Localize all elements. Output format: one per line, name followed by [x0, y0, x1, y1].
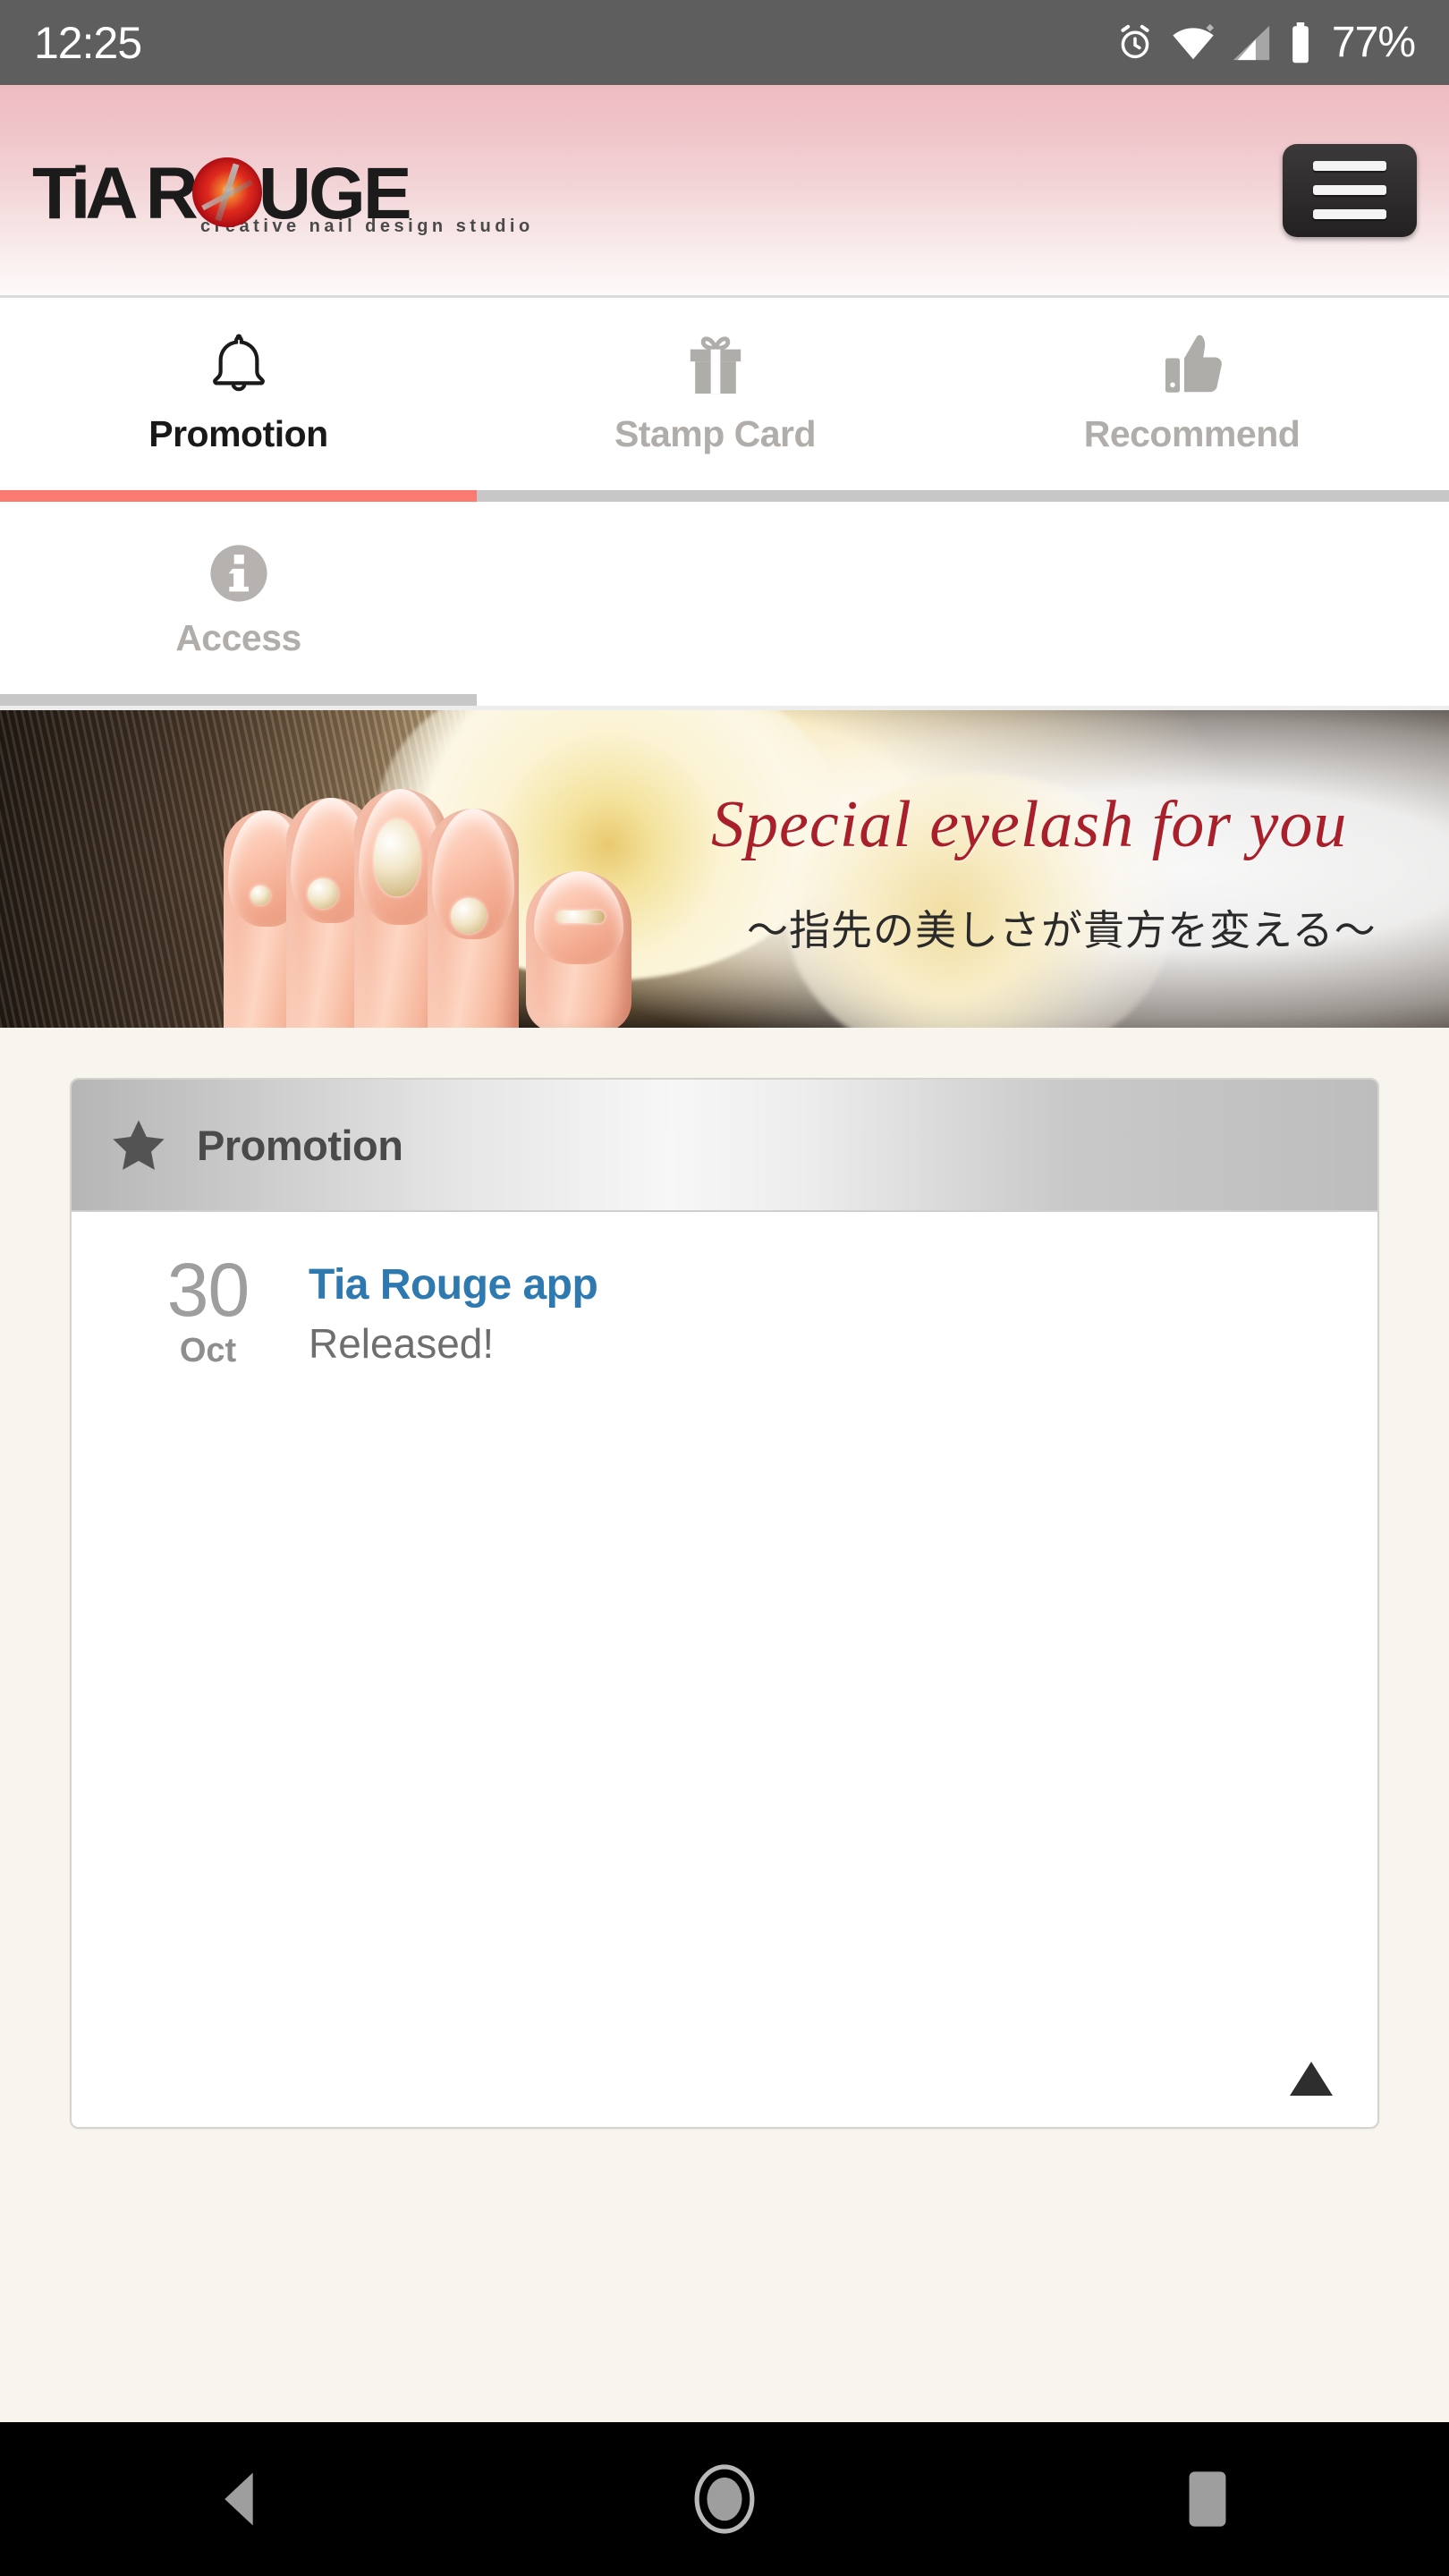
logo-gem-icon: [191, 157, 262, 228]
tab-access[interactable]: Access: [0, 502, 477, 694]
tab-navigation: Promotion Stamp Card Recommend Access: [0, 295, 1449, 710]
status-bar-clock: 12:25: [34, 17, 142, 68]
tab-recommend[interactable]: Recommend: [953, 298, 1430, 490]
bell-icon: [206, 333, 272, 401]
hero-finger-4: [428, 809, 519, 1028]
news-text: Tia Rouge app Released!: [309, 1251, 598, 1368]
tab-row-1: Promotion Stamp Card Recommend: [0, 295, 1449, 490]
hero-banner[interactable]: Special eyelash for you 〜指先の美しさが貴方を変える〜: [0, 710, 1449, 1028]
promotion-card-header: Promotion: [72, 1080, 1377, 1212]
hamburger-bar-3: [1313, 209, 1386, 219]
star-icon: [111, 1118, 166, 1172]
logo-text-tia: TiA: [32, 153, 139, 235]
cellular-signal-icon: [1232, 23, 1273, 63]
tab-label-stamp-card: Stamp Card: [614, 413, 817, 454]
thumbs-up-icon: [1161, 333, 1224, 401]
news-date: 30 Oct: [107, 1251, 309, 1370]
status-bar-icons: 77%: [1115, 18, 1416, 67]
brand-logo[interactable]: TiA R UGE creative nail design studio: [32, 148, 534, 237]
news-title-link[interactable]: Tia Rouge app: [309, 1261, 598, 1309]
tab-promotion[interactable]: Promotion: [0, 298, 477, 490]
alarm-icon: [1115, 23, 1155, 63]
hamburger-bar-1: [1313, 161, 1386, 171]
back-button[interactable]: [152, 2422, 331, 2576]
tab-underline-blank: [477, 694, 1449, 706]
logo-text-r: R: [145, 153, 199, 235]
info-icon: [208, 537, 269, 605]
tab-label-recommend: Recommend: [1083, 413, 1301, 454]
wifi-icon: [1171, 23, 1216, 63]
gift-icon: [685, 333, 746, 401]
tab-underline-active: [0, 490, 477, 502]
app-header: TiA R UGE creative nail design studio: [0, 85, 1449, 295]
tab-row-2: Access: [0, 502, 1449, 694]
hero-thumb: [526, 871, 631, 1028]
tab-empty-slot-2: [953, 502, 1449, 694]
promotion-card: Promotion 30 Oct Tia Rouge app Released!: [70, 1078, 1379, 2129]
hero-title: Special eyelash for you: [711, 788, 1348, 861]
promotion-card-body: 30 Oct Tia Rouge app Released!: [72, 1212, 1377, 2127]
main-content: Promotion 30 Oct Tia Rouge app Released!: [0, 1028, 1449, 2269]
tab-underline-inactive: [477, 490, 1449, 502]
tab-underline-access: [0, 694, 477, 706]
tab-stamp-card[interactable]: Stamp Card: [477, 298, 953, 490]
hero-gem-4: [451, 898, 487, 934]
tab-row-2-underline: [0, 694, 1449, 706]
recents-button[interactable]: [1118, 2422, 1297, 2576]
logo-wordmark: TiA R UGE: [32, 148, 534, 235]
hero-gem-2: [308, 878, 338, 909]
home-button[interactable]: [635, 2422, 814, 2576]
status-bar: 12:25 77%: [0, 0, 1449, 85]
hamburger-menu-button[interactable]: [1283, 143, 1417, 237]
news-day: 30: [166, 1248, 250, 1332]
hero-gem-5: [556, 911, 605, 923]
news-description: Released!: [309, 1319, 495, 1367]
list-item[interactable]: 30 Oct Tia Rouge app Released!: [72, 1251, 1377, 1370]
battery-icon: [1289, 21, 1312, 64]
tab-row-1-underline: [0, 490, 1449, 502]
promotion-card-title: Promotion: [197, 1121, 403, 1169]
logo-text-uge: UGE: [258, 153, 412, 235]
tab-label-promotion: Promotion: [148, 413, 328, 454]
tab-label-access: Access: [175, 617, 301, 658]
battery-percentage: 77%: [1331, 19, 1416, 66]
news-month: Oct: [179, 1331, 237, 1369]
hero-gem-1: [250, 886, 270, 905]
hamburger-bar-2: [1313, 185, 1386, 195]
android-navigation-bar: [0, 2422, 1449, 2576]
scroll-to-top-triangle-icon[interactable]: [1288, 2059, 1335, 2098]
hero-subtitle: 〜指先の美しさが貴方を変える〜: [747, 906, 1377, 954]
tab-empty-slot-1: [477, 502, 953, 694]
hero-gem-3: [374, 819, 420, 896]
